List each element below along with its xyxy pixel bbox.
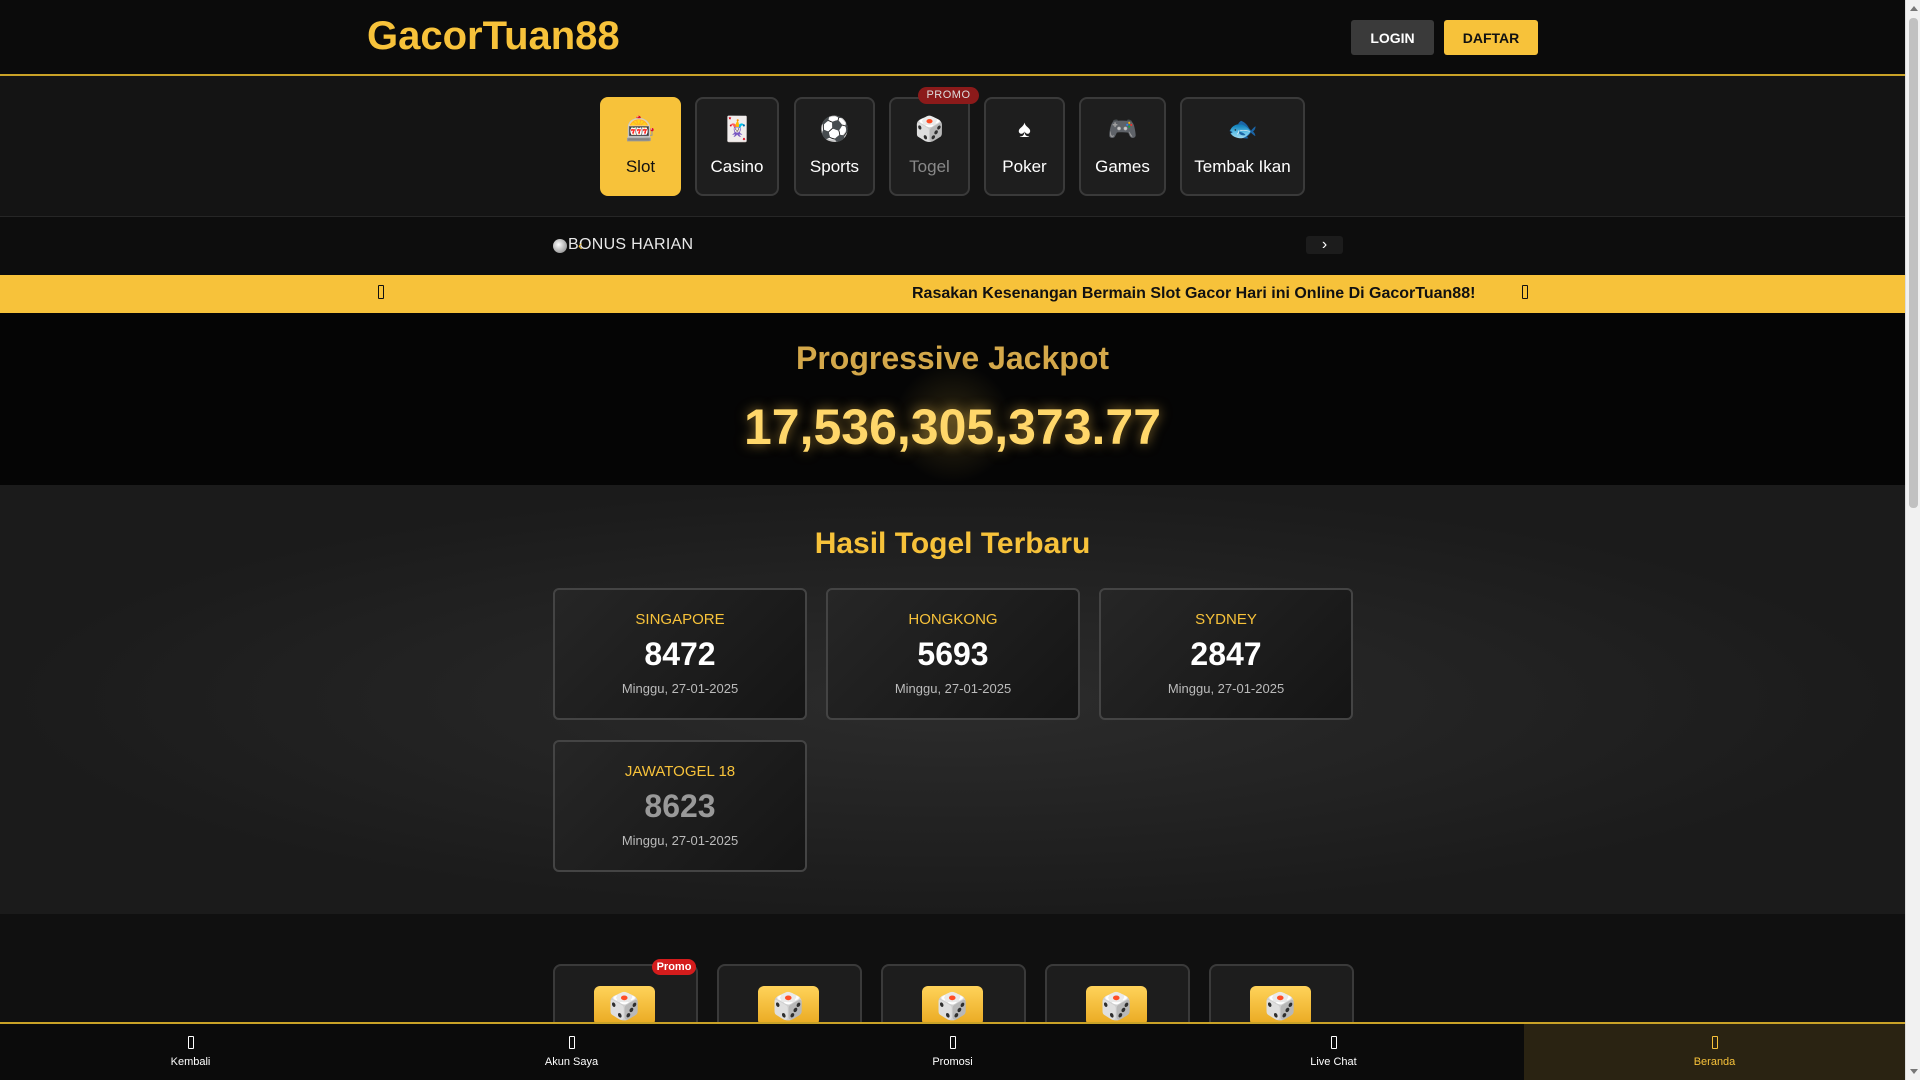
page: GacorTuan88 LOGIN DAFTAR 🎰 Slot 🃏 Casino… [0, 0, 1905, 1080]
promo-icon [949, 1036, 956, 1049]
dice-icon: 🎲 [594, 986, 655, 1026]
promo-badge: Promo [652, 959, 696, 975]
result-card[interactable]: SYDNEY 2847 Minggu, 27-01-2025 [1099, 588, 1353, 720]
home-icon [1711, 1036, 1718, 1049]
category-games[interactable]: 🎮 Games [1079, 97, 1166, 196]
category-label: Sports [809, 157, 860, 176]
site-logo[interactable]: GacorTuan88 [367, 14, 620, 59]
chat-icon [1330, 1036, 1337, 1049]
fish-icon: 🐟 [1227, 116, 1258, 143]
soccer-ball-icon: ⚽ [819, 116, 850, 143]
result-number: 8623 [644, 788, 716, 824]
bonus-slider: BONUS HARIAN ‹ › [0, 217, 1905, 275]
jackpot-section: Progressive Jackpot 17,536,305,373.77 [0, 313, 1905, 485]
announcement-marquee: Rasakan Kesenangan Bermain Slot Gacor Ha… [0, 275, 1905, 313]
dice-icon: 🎲 [922, 986, 983, 1026]
scroll-up-icon[interactable] [1910, 6, 1918, 11]
dice-icon: 🎲 [1250, 986, 1311, 1026]
market-name: HONGKONG [908, 611, 998, 628]
result-number: 2847 [1190, 636, 1262, 672]
register-button[interactable]: DAFTAR [1444, 20, 1538, 55]
nav-beranda[interactable]: Beranda [1524, 1024, 1905, 1080]
bottom-nav: Kembali Akun Saya Promosi Live Chat Bera… [0, 1022, 1905, 1080]
nav-label: Beranda [1693, 1056, 1736, 1068]
jackpot-value: 17,536,305,373.77 [743, 399, 1162, 455]
megaphone-icon [378, 285, 384, 299]
marquee-text: Rasakan Kesenangan Bermain Slot Gacor Ha… [912, 285, 1476, 302]
result-number: 5693 [917, 636, 989, 672]
page-scrollbar[interactable] [1905, 0, 1920, 1080]
dice-icon: 🎲 [1086, 986, 1147, 1026]
megaphone-icon [1522, 285, 1528, 299]
togel-results-section: Hasil Togel Terbaru SINGAPORE 8472 Mingg… [0, 485, 1905, 914]
result-date: Minggu, 27-01-2025 [621, 681, 739, 696]
result-date: Minggu, 27-01-2025 [1167, 681, 1285, 696]
category-casino[interactable]: 🃏 Casino [695, 97, 779, 196]
nav-label: Akun Saya [544, 1056, 599, 1068]
result-card[interactable]: SINGAPORE 8472 Minggu, 27-01-2025 [553, 588, 807, 720]
promo-badge: PROMO [918, 87, 979, 104]
category-label: Slot [625, 157, 656, 176]
result-card[interactable]: HONGKONG 5693 Minggu, 27-01-2025 [826, 588, 1080, 720]
scrollbar-thumb[interactable] [1909, 18, 1918, 508]
dice-icon: 🎲 [758, 986, 819, 1026]
nav-kembali[interactable]: Kembali [0, 1024, 381, 1080]
category-nav: 🎰 Slot 🃏 Casino ⚽ Sports 🎲 Togel PROMO ♠… [0, 76, 1905, 217]
site-header: GacorTuan88 LOGIN DAFTAR [0, 0, 1905, 76]
category-togel[interactable]: 🎲 Togel [889, 97, 970, 196]
playing-card-icon: 🃏 [722, 116, 752, 143]
jackpot-title: Progressive Jackpot [795, 340, 1110, 376]
dice-icon: 🎲 [914, 116, 945, 143]
nav-akun-saya[interactable]: Akun Saya [381, 1024, 762, 1080]
category-slot[interactable]: 🎰 Slot [600, 97, 681, 196]
category-label: Poker [1002, 157, 1047, 176]
slider-next-button[interactable]: › [1306, 236, 1343, 254]
category-label: Togel [909, 157, 950, 176]
nav-label: Promosi [932, 1056, 973, 1068]
section-title: Hasil Togel Terbaru [814, 527, 1091, 560]
login-button[interactable]: LOGIN [1351, 20, 1434, 55]
bonus-title: BONUS HARIAN [568, 236, 694, 253]
account-icon [568, 1036, 575, 1049]
result-date: Minggu, 27-01-2025 [894, 681, 1012, 696]
bonus-image-icon [553, 239, 567, 253]
nav-label: Live Chat [1310, 1056, 1357, 1068]
slider-prev-button[interactable]: ‹ [578, 237, 583, 253]
market-name: SINGAPORE [635, 611, 725, 628]
category-label: Casino [710, 157, 764, 176]
market-name: JAWATOGEL 18 [624, 763, 736, 780]
back-icon [187, 1036, 194, 1049]
nav-label: Kembali [170, 1056, 211, 1068]
scroll-down-icon[interactable] [1910, 1069, 1918, 1074]
category-tembak-ikan[interactable]: 🐟 Tembak Ikan [1180, 97, 1305, 196]
nav-live-chat[interactable]: Live Chat [1143, 1024, 1524, 1080]
market-name: SYDNEY [1195, 611, 1257, 628]
category-sports[interactable]: ⚽ Sports [794, 97, 875, 196]
category-label: Tembak Ikan [1194, 157, 1291, 176]
category-poker[interactable]: ♠ Poker [984, 97, 1065, 196]
slot-machine-icon: 🎰 [625, 116, 656, 143]
result-date: Minggu, 27-01-2025 [621, 833, 739, 848]
result-number: 8472 [644, 636, 716, 672]
gamepad-icon: 🎮 [1107, 116, 1138, 143]
category-label: Games [1095, 157, 1150, 176]
result-card[interactable]: JAWATOGEL 18 8623 Minggu, 27-01-2025 [553, 740, 807, 872]
spade-icon: ♠ [1018, 116, 1031, 143]
nav-promosi[interactable]: Promosi [762, 1024, 1143, 1080]
